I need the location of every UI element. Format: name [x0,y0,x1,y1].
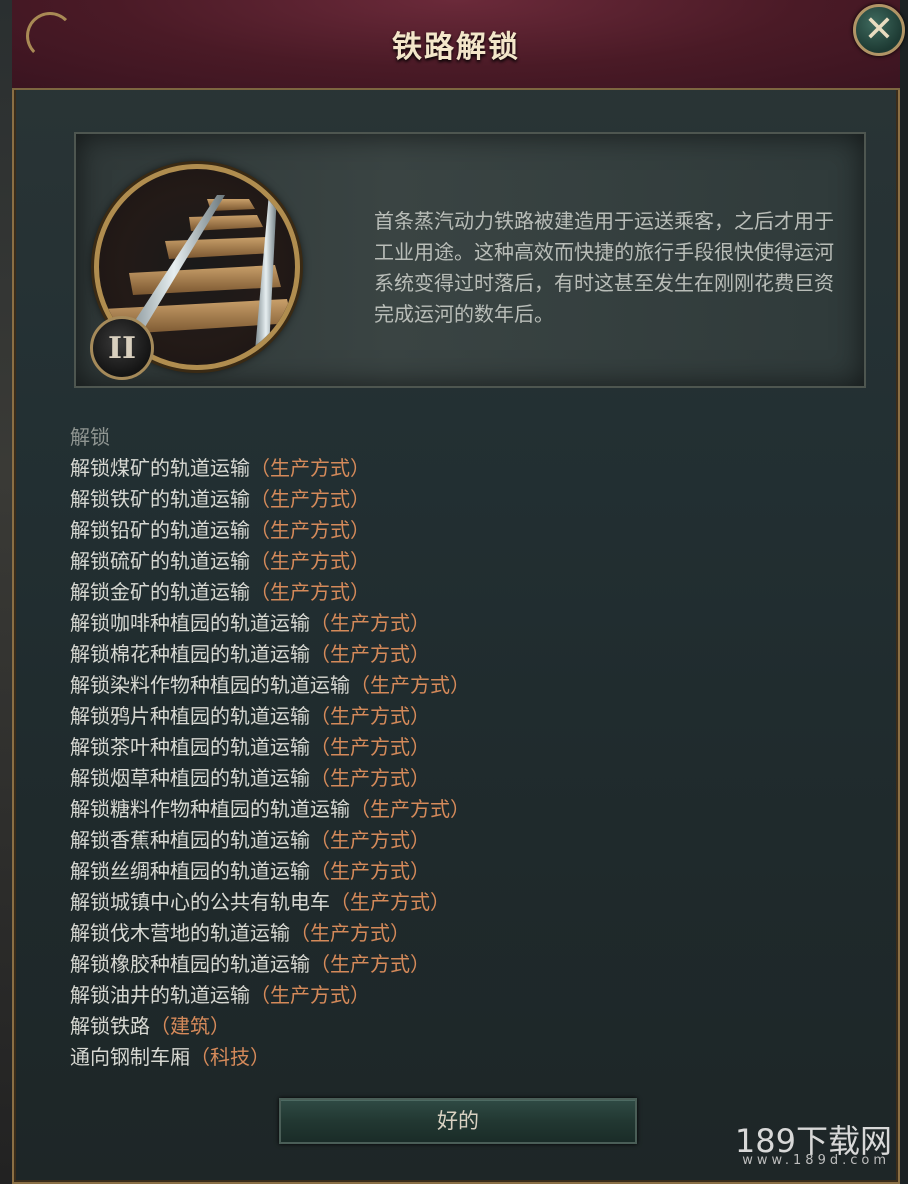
unlock-item-category-link[interactable]: （生产方式） [310,704,430,728]
unlock-item-category-link[interactable]: （生产方式） [310,642,430,666]
unlock-item-category-link[interactable]: （生产方式） [250,549,370,573]
research-unlock-dialog: 铁路解锁 II 首条蒸汽动力铁路被建造用于运送乘客，之后才用于工业用途。这种高效… [12,0,900,1184]
unlock-item-category-link[interactable]: （生产方式） [250,456,370,480]
unlock-item: 解锁铁路（建筑） [70,1011,870,1042]
unlock-item-text: 解锁铅矿的轨道运输 [70,518,250,542]
unlock-item-text: 解锁铁路 [70,1014,150,1038]
unlock-item-text: 解锁城镇中心的公共有轨电车 [70,890,330,914]
unlock-item-category-link[interactable]: （生产方式） [250,487,370,511]
unlock-item-category-link[interactable]: （生产方式） [310,766,430,790]
unlock-item: 解锁城镇中心的公共有轨电车（生产方式） [70,887,870,918]
unlock-item-category-link[interactable]: （生产方式） [310,611,430,635]
unlock-item-category-link[interactable]: （生产方式） [350,797,470,821]
unlock-item-category-link[interactable]: （建筑） [150,1014,230,1038]
unlock-item: 解锁鸦片种植园的轨道运输（生产方式） [70,701,870,732]
unlock-item-text: 解锁煤矿的轨道运输 [70,456,250,480]
unlock-item-text: 解锁铁矿的轨道运输 [70,487,250,511]
unlock-item: 解锁铁矿的轨道运输（生产方式） [70,484,870,515]
unlock-item: 解锁铅矿的轨道运输（生产方式） [70,515,870,546]
unlock-item: 解锁丝绸种植园的轨道运输（生产方式） [70,856,870,887]
unlock-item: 解锁硫矿的轨道运输（生产方式） [70,546,870,577]
unlock-item: 解锁茶叶种植园的轨道运输（生产方式） [70,732,870,763]
unlock-item-category-link[interactable]: （生产方式） [250,518,370,542]
unlock-item-category-link[interactable]: （生产方式） [310,735,430,759]
unlock-item-text: 解锁烟草种植园的轨道运输 [70,766,310,790]
unlock-item: 解锁伐木营地的轨道运输（生产方式） [70,918,870,949]
unlock-item-category-link[interactable]: （生产方式） [350,673,470,697]
unlock-item-text: 解锁茶叶种植园的轨道运输 [70,735,310,759]
unlock-item: 解锁棉花种植园的轨道运输（生产方式） [70,639,870,670]
watermark-url: www.189d.com [742,1153,890,1168]
technology-info-panel: II 首条蒸汽动力铁路被建造用于运送乘客，之后才用于工业用途。这种高效而快捷的旅… [74,132,866,388]
unlock-item-category-link[interactable]: （生产方式） [290,921,410,945]
unlock-item-category-link[interactable]: （生产方式） [310,828,430,852]
unlock-item-category-link[interactable]: （生产方式） [310,859,430,883]
unlock-item: 解锁咖啡种植园的轨道运输（生产方式） [70,608,870,639]
unlock-item-text: 解锁染料作物种植园的轨道运输 [70,673,350,697]
close-button[interactable]: ✕ [853,4,905,56]
tier-badge: II [90,316,154,380]
unlock-item-text: 解锁伐木营地的轨道运输 [70,921,290,945]
unlock-item: 通向钢制车厢（科技） [70,1042,870,1073]
unlock-item: 解锁油井的轨道运输（生产方式） [70,980,870,1011]
technology-description: 首条蒸汽动力铁路被建造用于运送乘客，之后才用于工业用途。这种高效而快捷的旅行手段… [374,209,834,326]
unlock-item-category-link[interactable]: （生产方式） [250,580,370,604]
unlock-item-text: 解锁咖啡种植园的轨道运输 [70,611,310,635]
unlock-item-text: 解锁橡胶种植园的轨道运输 [70,952,310,976]
unlock-item: 解锁香蕉种植园的轨道运输（生产方式） [70,825,870,856]
unlock-item-category-link[interactable]: （生产方式） [310,952,430,976]
unlock-item: 解锁金矿的轨道运输（生产方式） [70,577,870,608]
unlock-heading: 解锁 [70,425,110,449]
unlock-item-text: 解锁香蕉种植园的轨道运输 [70,828,310,852]
unlock-item-text: 解锁棉花种植园的轨道运输 [70,642,310,666]
unlock-item-text: 解锁金矿的轨道运输 [70,580,250,604]
dialog-header: 铁路解锁 [12,0,900,90]
ok-button[interactable]: 好的 [279,1098,637,1144]
unlock-list: 解锁 解锁煤矿的轨道运输（生产方式） 解锁铁矿的轨道运输（生产方式） 解锁铅矿的轨道… [70,422,870,1073]
unlock-item-text: 解锁鸦片种植园的轨道运输 [70,704,310,728]
unlock-item-category-link[interactable]: （科技） [190,1045,270,1069]
unlock-item: 解锁烟草种植园的轨道运输（生产方式） [70,763,870,794]
unlock-item-text: 解锁丝绸种植园的轨道运输 [70,859,310,883]
unlock-item-category-link[interactable]: （生产方式） [330,890,450,914]
unlock-item: 解锁糖料作物种植园的轨道运输（生产方式） [70,794,870,825]
unlock-item-text: 解锁糖料作物种植园的轨道运输 [70,797,350,821]
unlock-item-text: 通向钢制车厢 [70,1045,190,1069]
unlock-item: 解锁煤矿的轨道运输（生产方式） [70,453,870,484]
unlock-item: 解锁染料作物种植园的轨道运输（生产方式） [70,670,870,701]
unlock-item-category-link[interactable]: （生产方式） [250,983,370,1007]
unlock-item-text: 解锁油井的轨道运输 [70,983,250,1007]
unlock-item: 解锁橡胶种植园的轨道运输（生产方式） [70,949,870,980]
close-icon: ✕ [863,9,895,50]
unlock-items: 解锁煤矿的轨道运输（生产方式） 解锁铁矿的轨道运输（生产方式） 解锁铅矿的轨道运输（… [70,453,870,1073]
unlock-item-text: 解锁硫矿的轨道运输 [70,549,250,573]
dialog-title: 铁路解锁 [392,30,520,65]
